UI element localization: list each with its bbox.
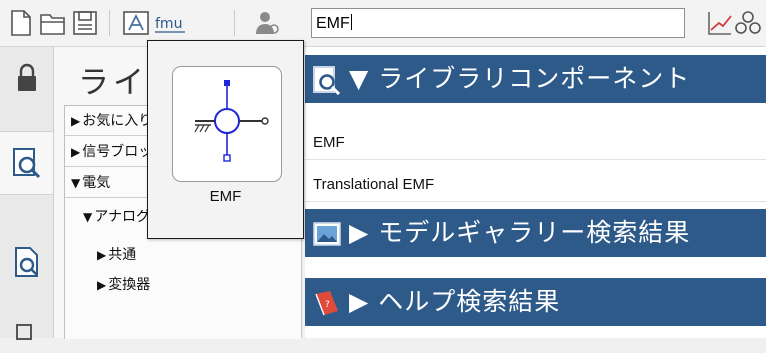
rail-tab-misc[interactable] — [0, 309, 53, 340]
expand-arrow-icon: ▶ — [349, 218, 370, 247]
collapse-arrow-icon: ▼ — [83, 210, 93, 224]
collapse-arrow-icon: ▼ — [71, 176, 81, 190]
emf-symbol-icon — [194, 80, 269, 162]
rail-tab-library-search[interactable] — [0, 131, 53, 195]
side-rail — [0, 47, 54, 340]
open-folder-icon[interactable] — [38, 8, 68, 38]
help-book-icon: ? — [312, 288, 342, 318]
library-search-icon — [13, 148, 41, 179]
tree-item-converters[interactable]: ▶ 変換器 — [97, 270, 150, 300]
fmu-icon[interactable]: fmu — [153, 8, 189, 38]
result-item-emf[interactable]: EMF — [305, 126, 766, 160]
gallery-image-icon — [312, 219, 342, 249]
expand-arrow-icon: ▶ — [71, 145, 81, 159]
toolbar-separator — [109, 10, 110, 36]
components-icon[interactable] — [733, 8, 763, 38]
plot-icon[interactable] — [704, 8, 734, 38]
library-components-header[interactable]: ▼ ライブラリコンポーネント — [305, 55, 766, 103]
misc-icon — [16, 324, 32, 340]
result-item-translational-emf[interactable]: Translational EMF — [305, 168, 766, 202]
library-panel-title: ライブラリ — [78, 65, 158, 101]
model-gallery-title: モデルギャラリー検索結果 — [378, 218, 691, 247]
component-preview-popup: EMF — [147, 40, 304, 239]
tree-item-analog[interactable]: ▼ アナログ — [83, 202, 150, 232]
svg-text:?: ? — [325, 300, 330, 310]
emf-component-label: EMF — [209, 188, 242, 205]
save-icon[interactable] — [70, 8, 100, 38]
help-results-header[interactable]: ? ▶ ヘルプ検索結果 — [305, 278, 766, 326]
toolbar: fmu EMF — [0, 0, 766, 47]
toolbar-separator — [234, 10, 235, 36]
model-gallery-header[interactable]: ▶ モデルギャラリー検索結果 — [305, 209, 766, 257]
tree-item-common[interactable]: ▶ 共通 — [97, 240, 136, 270]
search-input-value: EMF — [316, 15, 350, 32]
help-results-title: ヘルプ検索結果 — [378, 287, 561, 316]
document-search-icon — [15, 247, 38, 277]
rail-tab-document-search[interactable] — [0, 231, 53, 293]
fmu-label: fmu — [155, 16, 182, 32]
new-file-icon[interactable] — [6, 8, 36, 38]
library-search-icon — [312, 65, 342, 95]
text-caret — [350, 14, 352, 30]
lock-icon — [18, 63, 36, 91]
expand-arrow-icon: ▶ — [71, 114, 81, 128]
user-settings-icon[interactable] — [252, 8, 282, 38]
library-browser-icon[interactable] — [121, 8, 151, 38]
collapse-arrow-icon: ▼ — [349, 64, 370, 93]
library-components-title: ライブラリコンポーネント — [378, 64, 691, 93]
expand-arrow-icon: ▶ — [97, 248, 107, 262]
expand-arrow-icon: ▶ — [97, 278, 107, 292]
expand-arrow-icon: ▶ — [349, 287, 370, 316]
search-results: ▼ ライブラリコンポーネント EMF Translational EMF ▶ モ… — [305, 47, 766, 338]
search-input[interactable]: EMF — [311, 8, 685, 38]
emf-component-card[interactable] — [172, 66, 282, 182]
rail-tab-lock[interactable] — [0, 47, 53, 109]
